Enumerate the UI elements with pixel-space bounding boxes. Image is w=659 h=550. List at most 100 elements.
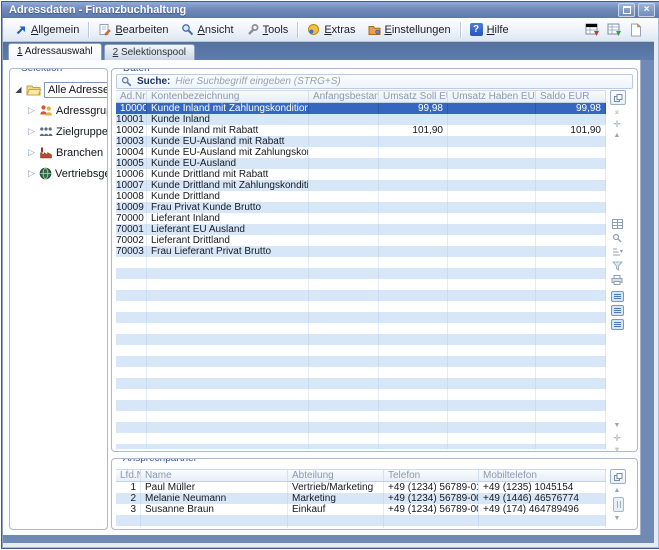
column-chooser-button[interactable] [610, 469, 626, 484]
close-button[interactable]: × [638, 3, 655, 17]
tab-adressauswahl[interactable]: 1 Adressauswahl [8, 43, 102, 60]
collapsed-arrow-icon[interactable]: ▷ [27, 147, 36, 158]
cell-anfangsbestand [309, 323, 379, 334]
cell-soll [379, 136, 448, 147]
search-input[interactable]: Suche: Hier Suchbegriff eingeben (STRG+S… [116, 74, 633, 89]
table-row[interactable]: 70002Lieferant Drittland [116, 235, 606, 246]
menu-extras[interactable]: Extras [301, 21, 361, 38]
cell-anfangsbestand [309, 411, 379, 422]
grid-view-icon[interactable] [610, 219, 624, 229]
cell-anfangsbestand [309, 334, 379, 345]
layout-list-button-2[interactable] [611, 305, 624, 316]
cell-nr: 10005 [116, 158, 147, 169]
scroll-down-icon[interactable]: ▼ [610, 514, 624, 524]
table-row[interactable]: 10009Frau Privat Kunde Brutto [116, 202, 606, 213]
collapsed-arrow-icon[interactable]: ▷ [27, 126, 36, 137]
filter-icon[interactable] [610, 261, 624, 271]
new-document-icon[interactable] [629, 23, 642, 37]
menubar: Allgemein Bearbeiten Ansicht Tools Extra… [3, 18, 658, 42]
menu-tools[interactable]: Tools [240, 21, 295, 38]
column-header-mobiltelefon[interactable]: Mobiltelefon [479, 470, 606, 481]
layout-list-button-1[interactable] [611, 291, 624, 302]
column-header-ad-nr[interactable]: Ad.Nr▼ [116, 91, 147, 102]
menu-allgemein[interactable]: Allgemein [9, 22, 85, 38]
column-header-lfd-nr-[interactable]: Lfd.Nr.▲ [116, 470, 141, 481]
print-icon[interactable] [610, 275, 624, 285]
scroll-up-icon[interactable]: ▲ [610, 131, 624, 141]
cell-soll [379, 279, 448, 290]
table-row[interactable]: 1Paul MüllerVertrieb/Marketing+49 (1234)… [116, 482, 606, 493]
scroll-bottom-icon[interactable]: ⌆ [610, 445, 624, 452]
table-row[interactable]: 10008Kunde Drittland [116, 191, 606, 202]
column-chooser-button[interactable] [610, 90, 626, 105]
tree-item-vertriebsgebiete[interactable]: ▷ Vertriebsgebiete [14, 163, 105, 184]
tree-item-label: Vertriebsgebiete [55, 168, 108, 180]
cell-haben [448, 279, 536, 290]
scroll-page-down-icon[interactable]: ✛ [610, 433, 624, 443]
column-header-kontenbezeichnung[interactable]: Kontenbezeichnung [147, 91, 309, 102]
cell-soll [379, 191, 448, 202]
cell-anfangsbestand [309, 400, 379, 411]
table-row[interactable]: 2Melanie NeumannMarketing+49 (1234) 5678… [116, 493, 606, 504]
cell-telefon: +49 (1234) 56789-00 [384, 493, 479, 504]
cell-saldo [536, 180, 606, 191]
table-row[interactable]: 70001Lieferant EU Ausland [116, 224, 606, 235]
scroll-top-icon[interactable]: ⌅ [610, 107, 624, 117]
column-header-umsatz-haben-eur[interactable]: Umsatz Haben EUR [448, 91, 536, 102]
table-row[interactable]: 3Susanne BraunEinkauf+49 (1234) 56789-00… [116, 504, 606, 515]
column-header-name[interactable]: Name [141, 470, 288, 481]
tree-item-alle-adressen[interactable]: ◢ Alle Adressen [14, 79, 105, 100]
restore-button[interactable] [618, 3, 635, 17]
column-header-saldo-eur[interactable]: Saldo EUR [536, 91, 606, 102]
menu-bearbeiten[interactable]: Bearbeiten [92, 21, 174, 38]
cell-nr [116, 526, 141, 528]
layout-list-button-3[interactable] [611, 319, 624, 330]
table-row[interactable]: 10003Kunde EU-Ausland mit Rabatt [116, 136, 606, 147]
cell-soll [379, 213, 448, 224]
cell-soll [379, 433, 448, 444]
expanded-arrow-icon[interactable]: ◢ [14, 85, 23, 94]
tab-strip: 1 Adressauswahl 2 Selektionspool [3, 42, 658, 60]
table-refresh-icon[interactable] [607, 23, 622, 37]
scroll-up-icon[interactable]: ▲ [610, 486, 624, 496]
titlebar[interactable]: Adressdaten - Finanzbuchhaltung × [2, 2, 659, 18]
cell-haben [448, 301, 536, 312]
scroll-down-icon[interactable]: ▼ [610, 421, 624, 431]
cell-nr [116, 389, 147, 400]
scroll-page-up-icon[interactable]: ✛ [610, 119, 624, 129]
tree-item-adressgruppen[interactable]: ▷ Adressgruppen [14, 100, 105, 121]
cell-anfangsbestand [309, 158, 379, 169]
collapsed-arrow-icon[interactable]: ▷ [27, 168, 36, 179]
table-filler-row [116, 356, 606, 367]
table-row[interactable]: 10007Kunde Drittland mit Zahlungskonditi… [116, 180, 606, 191]
table-row[interactable]: 10006Kunde Drittland mit Rabatt [116, 169, 606, 180]
table-row[interactable]: 10002Kunde Inland mit Rabatt101,90101,90 [116, 125, 606, 136]
table-row[interactable]: 70003Frau Lieferant Privat Brutto [116, 246, 606, 257]
tree-item-branchen[interactable]: ▷ Branchen [14, 142, 105, 163]
column-header-abteilung[interactable]: Abteilung [288, 470, 384, 481]
scrollbar-thumb[interactable] [613, 497, 624, 512]
table-row[interactable]: 10004Kunde EU-Ausland mit Zahlungskondti… [116, 147, 606, 158]
table-export-icon[interactable] [585, 23, 600, 37]
column-header-anfangsbestand-eur[interactable]: Anfangsbestand EUR [309, 91, 379, 102]
search-rows-icon[interactable] [610, 233, 624, 243]
table-row[interactable]: 10005Kunde EU-Ausland [116, 158, 606, 169]
collapsed-arrow-icon[interactable]: ▷ [27, 105, 36, 116]
sort-ascending-icon[interactable] [610, 247, 624, 257]
menu-hilfe[interactable]: ? Hilfe [464, 21, 515, 38]
table-row[interactable]: 10001Kunde Inland [116, 114, 606, 125]
tree-item-zielgruppen[interactable]: ▷ Zielgruppen [14, 121, 105, 142]
cell-name: Kunde Drittland [147, 191, 309, 202]
menu-ansicht[interactable]: Ansicht [175, 21, 240, 38]
menu-einstellungen[interactable]: Einstellungen [362, 21, 457, 38]
table-row[interactable]: 70000Lieferant Inland [116, 213, 606, 224]
cell-name [147, 433, 309, 444]
column-header-umsatz-soll-eur[interactable]: Umsatz Soll EUR [379, 91, 448, 102]
column-header-telefon[interactable]: Telefon [384, 470, 479, 481]
table-row[interactable]: 10000Kunde Inland mit Zahlungskondition … [116, 103, 606, 114]
table-filler-row [116, 323, 606, 334]
table-filler-row [116, 345, 606, 356]
cell-name [147, 290, 309, 301]
tab-selektionspool[interactable]: 2 Selektionspool [104, 44, 195, 60]
cell-saldo: 101,90 [536, 125, 606, 136]
